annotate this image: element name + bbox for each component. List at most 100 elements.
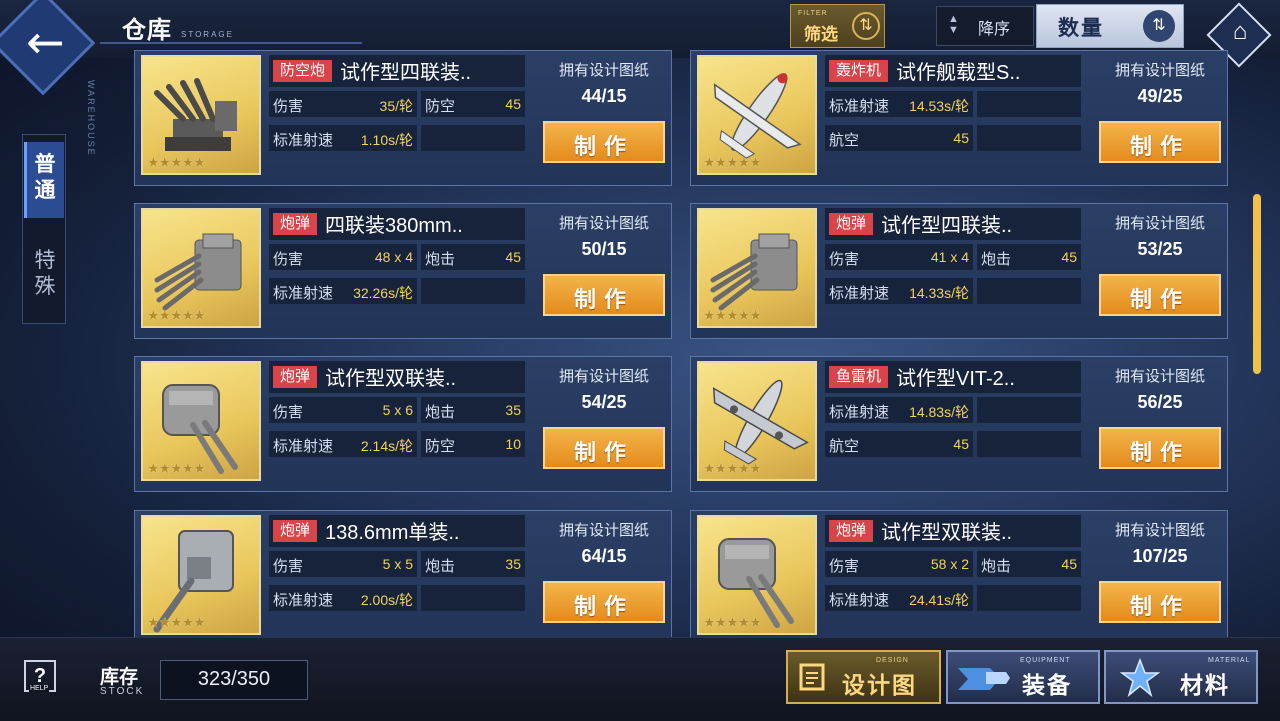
stat-cell — [421, 278, 525, 304]
filter-sort-icon[interactable]: ⇅ — [852, 12, 880, 40]
filter-label-en: FILTER — [798, 10, 828, 17]
scrollbar-thumb[interactable] — [1253, 194, 1261, 374]
stat-label: 标准射速 — [829, 285, 890, 302]
equipment-label: 装备 — [1022, 672, 1072, 698]
make-label: 制作 — [1129, 287, 1190, 312]
make-button[interactable]: 制作 — [1099, 427, 1221, 469]
sort-direction-icon[interactable]: ⇅ — [1143, 10, 1175, 42]
make-button[interactable]: 制作 — [543, 274, 665, 316]
rarity-stars: ★★★★★ — [703, 154, 762, 170]
stat-label: 伤害 — [273, 404, 304, 421]
blueprint-count: 53/25 — [1137, 239, 1183, 259]
equipment-card[interactable]: ★★★★★ 炮弹 四联装380mm.. 伤害 48 x 4 炮击 45 标准射速 32.26s/… — [134, 203, 672, 339]
equipment-name: 试作型双联装.. — [881, 522, 1013, 544]
design-button[interactable]: DESIGN 设计图 — [786, 650, 941, 704]
stat-cell — [977, 91, 1081, 117]
stat-label: 标准射速 — [829, 98, 890, 115]
blueprint-label: 拥有设计图纸 — [558, 522, 649, 539]
stat-value: 14.33s/轮 — [909, 285, 969, 301]
stat-value: 45 — [1061, 249, 1077, 265]
make-button[interactable]: 制作 — [1099, 121, 1221, 163]
stat-value: 48 x 4 — [374, 249, 413, 265]
rarity-stars: ★★★★★ — [703, 307, 762, 323]
blueprint-count: 54/25 — [581, 392, 627, 412]
stat-label: 伤害 — [829, 558, 860, 575]
make-button[interactable]: 制作 — [543, 427, 665, 469]
blueprint-label: 拥有设计图纸 — [558, 215, 649, 232]
back-arrow-icon[interactable]: ← — [26, 19, 66, 65]
type-tag: 炮弹 — [273, 520, 318, 542]
equipment-card[interactable]: ★★★★★ 炮弹 试作型双联装.. 伤害 5 x 6 炮击 35 标准射速 2.14s/轮 防空 1… — [134, 356, 672, 492]
page-title: 仓库 — [122, 17, 172, 44]
equipment-thumbnail[interactable]: ★★★★★ — [141, 208, 261, 328]
home-icon[interactable]: ⌂ — [1226, 18, 1254, 46]
rarity-stars: ★★★★★ — [147, 614, 206, 630]
equipment-thumbnail[interactable]: ★★★★★ — [697, 208, 817, 328]
stat-value: 35 — [505, 556, 521, 572]
page-subtitle: STORAGE — [181, 30, 234, 39]
stat-label: 标准射速 — [273, 438, 334, 455]
stat-value: 2.14s/轮 — [360, 438, 413, 454]
make-button[interactable]: 制作 — [1099, 274, 1221, 316]
equipment-thumbnail[interactable]: ★★★★★ — [697, 55, 817, 175]
stock-label-en: STOCK — [100, 686, 145, 697]
stat-cell — [977, 431, 1081, 457]
stat-label: 防空 — [425, 438, 456, 455]
material-button[interactable]: MATERIAL 材料 — [1104, 650, 1258, 704]
equipment-thumbnail[interactable]: ★★★★★ — [697, 515, 817, 635]
equipment-card[interactable]: ★★★★★ 轰炸机 试作舰载型S.. 标准射速 14.53s/轮 航空 45 拥有设计图纸 49… — [690, 50, 1228, 186]
equipment-icon — [958, 668, 1010, 690]
material-label: 材料 — [1180, 672, 1230, 698]
rarity-stars: ★★★★★ — [147, 154, 206, 170]
equipment-card[interactable]: ★★★★★ 防空炮 试作型四联装.. 伤害 35/轮 防空 45 标准射速 1.10s/轮 拥有设… — [134, 50, 672, 186]
equipment-name: 138.6mm单装.. — [325, 522, 460, 544]
make-label: 制作 — [573, 440, 634, 465]
stat-value: 41 x 4 — [930, 249, 969, 265]
design-label: 设计图 — [842, 672, 917, 698]
equipment-button[interactable]: EQUIPMENT 装备 — [946, 650, 1100, 704]
equipment-name: 试作型四联装.. — [881, 215, 1013, 237]
stat-cell — [421, 125, 525, 151]
make-label: 制作 — [1129, 440, 1190, 465]
rarity-stars: ★★★★★ — [147, 307, 206, 323]
type-tag: 轰炸机 — [829, 60, 889, 82]
equipment-name: 试作舰载型S.. — [896, 62, 1021, 84]
equipment-card[interactable]: ★★★★★ 炮弹 138.6mm单装.. 伤害 5 x 5 炮击 35 标准射速 2.00s/轮… — [134, 510, 672, 646]
equipment-name: 试作型双联装.. — [325, 368, 457, 390]
stat-label: 标准射速 — [829, 592, 890, 609]
blueprint-label: 拥有设计图纸 — [1114, 368, 1205, 385]
stat-cell — [977, 125, 1081, 151]
stat-label: 伤害 — [273, 251, 304, 268]
tab-normal-label[interactable]: 普通 — [30, 152, 60, 204]
equipment-name: 四联装380mm.. — [325, 215, 463, 237]
type-tag: 防空炮 — [273, 60, 333, 82]
stat-value: 58 x 2 — [930, 556, 969, 572]
equipment-card[interactable]: ★★★★★ 鱼雷机 试作型VIT-2.. 标准射速 14.83s/轮 航空 45 拥有设计图纸… — [690, 356, 1228, 492]
make-button[interactable]: 制作 — [1099, 581, 1221, 623]
equipment-thumbnail[interactable]: ★★★★★ — [697, 361, 817, 481]
stat-label: 炮击 — [981, 251, 1012, 268]
filter-label: 筛选 — [804, 25, 838, 44]
blueprint-label: 拥有设计图纸 — [558, 368, 649, 385]
design-label-en: DESIGN — [876, 657, 909, 664]
stat-value: 45 — [1061, 556, 1077, 572]
blueprint-count: 44/15 — [581, 86, 627, 106]
stat-label: 标准射速 — [273, 592, 334, 609]
stat-label: 标准射速 — [829, 404, 890, 421]
make-label: 制作 — [1129, 134, 1190, 159]
stat-label: 标准射速 — [273, 132, 334, 149]
make-button[interactable]: 制作 — [543, 121, 665, 163]
stat-value: 45 — [953, 436, 969, 452]
stock-label: 库存 — [100, 667, 139, 688]
equipment-thumbnail[interactable]: ★★★★★ — [141, 55, 261, 175]
sort-field-label: 数量 — [1058, 17, 1104, 40]
stat-value: 5 x 6 — [382, 402, 413, 418]
equipment-thumbnail[interactable]: ★★★★★ — [141, 515, 261, 635]
equipment-card[interactable]: ★★★★★ 炮弹 试作型双联装.. 伤害 58 x 2 炮击 45 标准射速 24.41s/轮 拥… — [690, 510, 1228, 646]
make-label: 制作 — [573, 287, 634, 312]
equipment-card[interactable]: ★★★★★ 炮弹 试作型四联装.. 伤害 41 x 4 炮击 45 标准射速 14.33s/轮 拥… — [690, 203, 1228, 339]
equipment-thumbnail[interactable]: ★★★★★ — [141, 361, 261, 481]
stat-cell — [977, 585, 1081, 611]
tab-special[interactable]: 特殊 — [30, 248, 60, 300]
make-button[interactable]: 制作 — [543, 581, 665, 623]
